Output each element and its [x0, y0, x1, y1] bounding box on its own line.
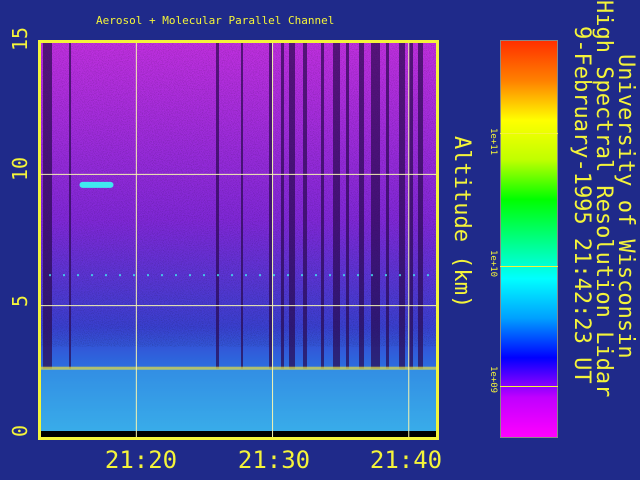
cloud-streak — [371, 43, 380, 369]
x-tick-label: 21:20 — [104, 446, 178, 474]
cloud-streak — [216, 43, 219, 369]
thin-layer-dot — [203, 274, 205, 277]
colorbar-tick — [500, 133, 558, 134]
thin-layer-dot — [245, 274, 247, 277]
backscatter-image — [41, 43, 436, 437]
thin-layer-dot — [273, 274, 275, 277]
thin-layer-dot — [427, 274, 429, 277]
thin-layer-dot — [119, 274, 121, 277]
colorbar-tick — [500, 386, 558, 387]
thin-layer-dot — [217, 274, 219, 277]
chart-title: Aerosol + Molecular Parallel Channel — [96, 14, 335, 27]
thin-layer-dot — [77, 274, 79, 277]
cloud-streak — [303, 43, 307, 369]
y-tick-label: 0 — [8, 424, 32, 438]
thin-layer-dot — [133, 274, 135, 277]
cloud-streak — [346, 43, 349, 369]
timestamp-label: 9-February-1995 21:42:23 UT — [569, 26, 594, 384]
y-tick-label: 10 — [8, 156, 32, 182]
colorbar-tick — [500, 266, 558, 267]
cloud-streak — [409, 43, 413, 369]
cloud-streak — [69, 43, 71, 369]
colorbar-tick-label: 1e+09 — [488, 366, 498, 394]
cloud-streak — [43, 43, 49, 369]
thin-layer-dot — [63, 274, 65, 277]
high-cloud — [79, 181, 114, 188]
thin-layer-dot — [175, 274, 177, 277]
ground-strip — [41, 431, 436, 437]
cloud-streak — [399, 43, 405, 369]
thin-layer-dot — [301, 274, 303, 277]
thin-layer-dot — [49, 274, 51, 277]
colorbar — [500, 40, 558, 438]
boundary-layer — [41, 368, 436, 437]
cloud-streak — [289, 43, 295, 369]
instrument-label: High Spectral Resolution Lidar — [591, 0, 616, 398]
thin-layer-dot — [385, 274, 387, 277]
cloud-streak — [281, 43, 284, 369]
thin-layer-dot — [329, 274, 331, 277]
thin-layer-dot — [147, 274, 149, 277]
thin-layer-dot — [91, 274, 93, 277]
thin-layer-dot — [343, 274, 345, 277]
cloud-streak — [386, 43, 389, 369]
x-tick-label: 21:40 — [369, 446, 443, 474]
colorbar-tick-label: 1e+10 — [488, 250, 498, 278]
cloud-streak — [359, 43, 364, 369]
colorbar-tick-label: 1e+11 — [488, 128, 498, 156]
thin-layer-dot — [315, 274, 317, 277]
thin-layer-dot — [231, 274, 233, 277]
y-tick-label: 5 — [8, 294, 32, 308]
thin-layer-dot — [399, 274, 401, 277]
y-tick-label: 15 — [8, 26, 32, 52]
cloud-streak — [418, 43, 423, 369]
cloud-streak — [321, 43, 324, 369]
plot-area — [38, 40, 439, 440]
thin-layer-dot — [105, 274, 107, 277]
thin-layer-dot — [287, 274, 289, 277]
cloud-base-line — [41, 366, 436, 370]
cloud-streak — [333, 43, 340, 369]
thin-layer-dot — [189, 274, 191, 277]
cloud-streak — [49, 43, 52, 369]
thin-layer-dot — [357, 274, 359, 277]
institution-label: University of Wisconsin — [613, 54, 638, 359]
cloud-streak — [241, 43, 243, 369]
thin-layer-dot — [259, 274, 261, 277]
x-tick-label: 21:30 — [237, 446, 311, 474]
thin-layer-dot — [371, 274, 373, 277]
thin-layer-dot — [161, 274, 163, 277]
thin-layer-dot — [413, 274, 415, 277]
y-axis-label: Altitude (km) — [449, 136, 474, 309]
